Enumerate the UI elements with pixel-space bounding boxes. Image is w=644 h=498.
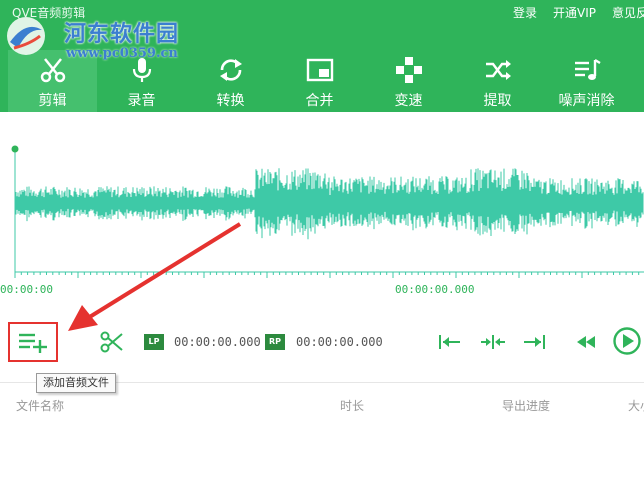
lp-badge[interactable]: LP (144, 334, 164, 350)
playback-controls: LP 00:00:00.000 RP 00:00:00.000 (0, 320, 644, 366)
lp-time: 00:00:00.000 (174, 335, 261, 349)
add-file-tooltip: 添加音频文件 (36, 373, 116, 393)
annotation-arrow (68, 222, 242, 331)
col-size[interactable]: 大小 (628, 397, 644, 414)
cut-icon[interactable] (100, 331, 124, 353)
col-duration[interactable]: 时长 (340, 397, 364, 414)
go-start-icon[interactable] (438, 332, 462, 352)
rp-badge[interactable]: RP (265, 334, 285, 350)
go-end-icon[interactable] (522, 332, 546, 352)
col-export-progress[interactable]: 导出进度 (502, 397, 550, 414)
rewind-icon[interactable] (574, 332, 598, 352)
add-list-icon (19, 333, 47, 353)
col-file-name[interactable]: 文件名称 (16, 397, 64, 414)
play-icon[interactable] (612, 326, 642, 356)
rp-time: 00:00:00.000 (296, 335, 383, 349)
add-audio-file-button[interactable] (8, 322, 58, 362)
center-icon[interactable] (480, 332, 506, 352)
